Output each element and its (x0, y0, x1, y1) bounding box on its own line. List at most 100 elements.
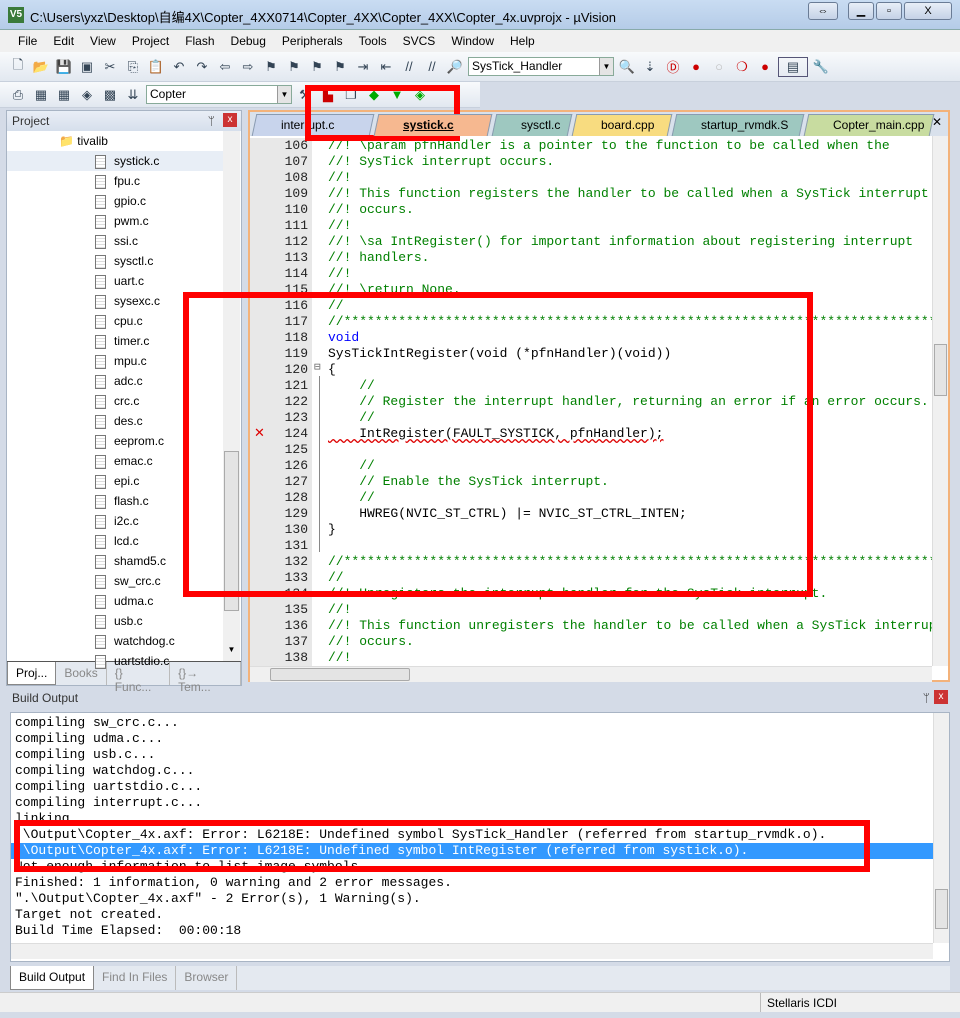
tree-file[interactable]: flash.c (7, 491, 223, 511)
save-icon[interactable]: 💾 (54, 57, 74, 77)
undo-icon[interactable]: ↶ (169, 57, 189, 77)
forward-icon[interactable]: ⇨ (238, 57, 258, 77)
tree-file[interactable]: shamd5.c (7, 551, 223, 571)
chevron-down-icon[interactable]: ▼ (277, 86, 291, 103)
scroll-thumb[interactable] (934, 344, 947, 396)
scroll-thumb[interactable] (935, 889, 948, 929)
tab-board-cpp[interactable]: board.cpp (571, 114, 673, 136)
output-tab-browser[interactable]: Browser (176, 966, 238, 990)
editor-vscroll[interactable] (932, 136, 948, 666)
pin-icon[interactable]: ᛘ (923, 691, 930, 705)
build-output-text[interactable]: compiling sw_crc.c... compiling udma.c...… (10, 712, 950, 962)
filter-icon[interactable]: ▼ (387, 85, 407, 105)
stop-build-icon[interactable]: ▩ (100, 85, 120, 105)
output-line[interactable]: Build Time Elapsed: 00:00:18 (11, 923, 933, 939)
tree-file[interactable]: usb.c (7, 611, 223, 631)
output-line[interactable]: Target not created. (11, 907, 933, 923)
clear-bookmarks-icon[interactable]: ⚑ (330, 57, 350, 77)
output-line[interactable]: compiling uartstdio.c... (11, 779, 933, 795)
output-line[interactable]: compiling interrupt.c... (11, 795, 933, 811)
menu-debug[interactable]: Debug (223, 34, 274, 48)
disable-all-breakpoints-icon[interactable]: ❍ (732, 57, 752, 77)
menu-view[interactable]: View (82, 34, 124, 48)
tree-file[interactable]: udma.c (7, 591, 223, 611)
translate-icon[interactable]: ⎙ (8, 85, 28, 105)
download-icon[interactable]: ⇊ (123, 85, 143, 105)
tree-file[interactable]: emac.c (7, 451, 223, 471)
target-combo[interactable]: Copter ▼ (146, 85, 292, 104)
scroll-down-icon[interactable]: ▼ (224, 645, 239, 661)
menu-svcs[interactable]: SVCS (395, 34, 444, 48)
tab-startup_rvmdk-S[interactable]: startup_rvmdk.S (671, 114, 805, 136)
multi-project-icon[interactable]: ❐ (341, 85, 361, 105)
menu-file[interactable]: File (10, 34, 45, 48)
minimize-button[interactable]: ▁ (848, 2, 874, 20)
batch-build-icon[interactable]: ◈ (77, 85, 97, 105)
code-area[interactable]: 106 //! \param pfnHandler is a pointer to… (250, 136, 932, 666)
back-icon[interactable]: ⇦ (215, 57, 235, 77)
close-button[interactable]: X (904, 2, 952, 20)
configure-icon[interactable]: 🔧 (811, 57, 831, 77)
project-scrollbar[interactable]: ▼ (223, 131, 240, 661)
tree-file[interactable]: uartstdio.c (7, 651, 223, 671)
tab-Copter_main-cpp[interactable]: Copter_main.cpp (803, 114, 935, 136)
output-hscroll[interactable] (11, 943, 933, 959)
maximize-button[interactable]: ▫ (876, 2, 902, 20)
unindent-icon[interactable]: ⇤ (376, 57, 396, 77)
tree-file[interactable]: sw_crc.c (7, 571, 223, 591)
tree-file[interactable]: epi.c (7, 471, 223, 491)
output-line[interactable]: compiling usb.c... (11, 747, 933, 763)
restore-arrows-button[interactable]: ⇔ (808, 2, 838, 20)
tree-file[interactable]: adc.c (7, 371, 223, 391)
window-layout-icon[interactable]: ▤ (778, 56, 808, 77)
next-bookmark-icon[interactable]: ⚑ (307, 57, 327, 77)
uncomment-icon[interactable]: // (422, 57, 442, 77)
open-icon[interactable]: 📂 (31, 57, 51, 77)
fold-marker-icon[interactable]: ⊟ (314, 360, 321, 374)
disable-breakpoint-icon[interactable]: ○ (709, 57, 729, 77)
tree-file[interactable]: eeprom.c (7, 431, 223, 451)
bookmark-icon[interactable]: ⚑ (261, 57, 281, 77)
tab-systick-c[interactable]: systick.c (373, 114, 493, 136)
prev-bookmark-icon[interactable]: ⚑ (284, 57, 304, 77)
tree-file[interactable]: i2c.c (7, 511, 223, 531)
debug-session-icon[interactable]: Ⓓ (663, 57, 683, 77)
output-line[interactable]: Finished: 1 information, 0 warning and 2… (11, 875, 933, 891)
menu-tools[interactable]: Tools (351, 34, 395, 48)
tree-folder-tivalib[interactable]: 📁 tivalib (59, 131, 108, 151)
comment-icon[interactable]: // (399, 57, 419, 77)
output-line[interactable]: .\Output\Copter_4x.axf: Error: L6218E: U… (11, 843, 933, 859)
redo-icon[interactable]: ↷ (192, 57, 212, 77)
output-line[interactable]: ".\Output\Copter_4x.axf" - 2 Error(s), 1… (11, 891, 933, 907)
tree-file[interactable]: watchdog.c (7, 631, 223, 651)
output-line[interactable]: compiling watchdog.c... (11, 763, 933, 779)
kill-breakpoints-icon[interactable]: ● (755, 57, 775, 77)
output-line[interactable]: Not enough information to list image sym… (11, 859, 933, 875)
chevron-down-icon[interactable]: ▼ (599, 58, 613, 75)
pin-icon[interactable]: ᛘ (208, 114, 215, 128)
output-line[interactable]: linking... (11, 811, 933, 827)
rte-icon[interactable]: ◆ (364, 85, 384, 105)
tree-file[interactable]: ssi.c (7, 231, 223, 251)
tree-file[interactable]: sysexc.c (7, 291, 223, 311)
paste-icon[interactable]: 📋 (146, 57, 166, 77)
tree-file[interactable]: mpu.c (7, 351, 223, 371)
scroll-thumb[interactable] (270, 668, 410, 681)
editor-hscroll[interactable] (250, 666, 932, 682)
tree-file[interactable]: fpu.c (7, 171, 223, 191)
breakpoint-icon[interactable]: ● (686, 57, 706, 77)
tree-file[interactable]: lcd.c (7, 531, 223, 551)
output-tab-find-in-files[interactable]: Find In Files (94, 966, 177, 990)
incremental-find-icon[interactable]: ⇣ (640, 57, 660, 77)
tree-file[interactable]: crc.c (7, 391, 223, 411)
output-line[interactable]: compiling sw_crc.c... (11, 715, 933, 731)
rebuild-icon[interactable]: ▦ (54, 85, 74, 105)
menu-project[interactable]: Project (124, 34, 177, 48)
menu-help[interactable]: Help (502, 34, 543, 48)
find-icon[interactable]: 🔍 (617, 57, 637, 77)
target-options-icon[interactable]: ⚒ (295, 85, 315, 105)
pack-installer-icon[interactable]: ◈ (410, 85, 430, 105)
close-panel-icon[interactable]: x (934, 690, 948, 704)
tree-file[interactable]: systick.c (7, 151, 223, 171)
cut-icon[interactable]: ✂ (100, 57, 120, 77)
